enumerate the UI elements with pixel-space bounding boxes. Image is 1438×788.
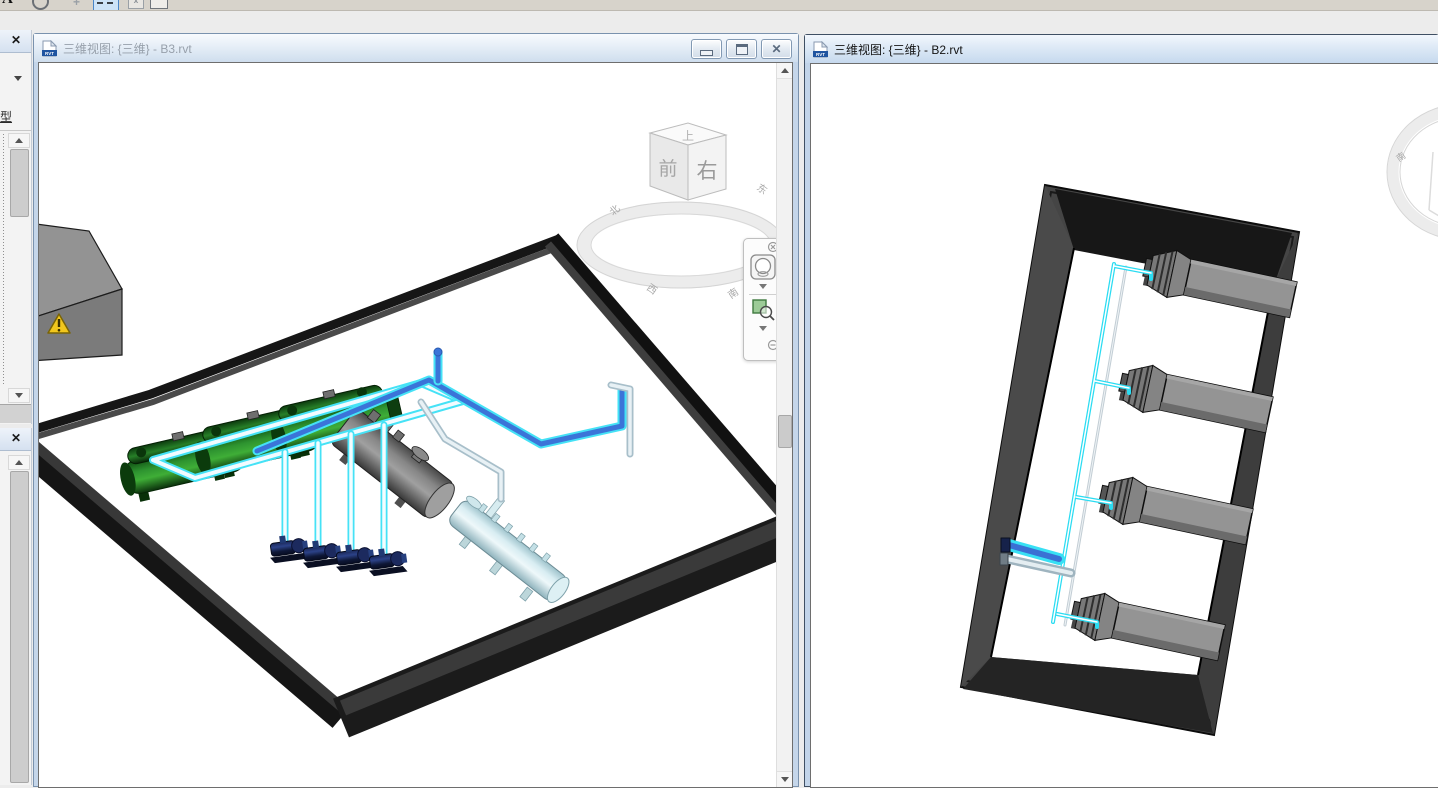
lightblue-header-tank[interactable] [438,481,587,617]
navbar-expand-caret-icon[interactable] [759,284,767,289]
delete-tool-icon[interactable]: x [128,0,144,9]
rvt-file-icon: RVT [813,41,828,58]
rvt-badge-label: RVT [816,51,825,56]
scrollbar-thumb[interactable] [10,471,29,783]
viewcube-partial[interactable]: 南 [1387,104,1438,240]
window-title: 三维视图: {三维} - B3.rvt [63,40,192,57]
steering-wheel-icon[interactable] [749,253,777,281]
scroll-up-button[interactable] [8,455,30,470]
chevron-up-icon [15,138,23,143]
divider [749,294,776,295]
properties-panel-fragment: ✕ 型 [0,30,32,424]
edit-type-link[interactable]: 型 [0,108,12,125]
b3-3d-canvas[interactable]: 北 东 西 南 上 前 右 [39,63,777,787]
document-window-b3: RVT 三维视图: {三维} - B3.rvt ✕ [33,33,799,787]
scroll-up-button[interactable] [777,63,792,79]
scroll-up-button[interactable] [8,133,30,148]
rvt-badge-label: RVT [45,50,54,55]
dash-glyph [107,2,113,4]
minimize-icon [700,50,713,56]
window-titlebar[interactable]: RVT 三维视图: {三维} - B2.rvt [805,35,1438,63]
divider [0,130,31,131]
restore-button[interactable] [726,39,757,59]
close-button[interactable]: ✕ [761,39,792,59]
dash-glyph [97,2,103,4]
import-tool-icon[interactable] [150,0,168,9]
tree-connector-dots [3,134,4,386]
document-window-b2: RVT 三维视图: {三维} - B2.rvt [804,34,1438,787]
adjacent-massing-box [39,223,122,361]
project-browser-fragment: ✕ [0,428,32,785]
3d-view-client-area: 北 东 西 南 上 前 右 [38,62,793,788]
compass-label-ne: 东 [754,181,770,197]
horizontal-scrollbar-fragment[interactable] [0,404,31,423]
viewcube-front-label: 前 [658,158,677,180]
chevron-down-icon [781,777,789,782]
left-dock-strip: ✕ 型 ✕ [0,30,31,785]
rvt-file-icon: RVT [42,40,57,57]
text-tool-icon[interactable]: A [2,0,13,8]
scrollbar-thumb[interactable] [10,149,29,217]
3d-view-client-area: 南 [810,63,1438,788]
type-selector-caret-icon[interactable] [14,76,22,81]
window-title: 三维视图: {三维} - B2.rvt [834,41,963,58]
window-titlebar[interactable]: RVT 三维视图: {三维} - B3.rvt ✕ [34,34,798,62]
navbar-close-icon[interactable] [746,241,779,253]
restore-icon [736,44,748,55]
close-icon: ✕ [771,43,781,55]
scroll-down-button[interactable] [8,388,30,403]
zoom-expand-caret-icon[interactable] [759,326,767,331]
compass-label-se: 南 [725,285,741,301]
viewcube-top-label: 上 [682,129,694,143]
chevron-up-icon [781,68,789,73]
scrollbar-thumb[interactable] [778,415,792,448]
viewcube-right-label: 右 [697,160,718,183]
chevron-down-icon [15,393,23,398]
vertical-scrollbar[interactable] [776,63,792,787]
navbar-options-icon[interactable] [746,338,779,352]
zoom-region-icon[interactable] [750,297,776,323]
ribbon-toolbar-fragment: A + x [0,0,1438,11]
chevron-up-icon [15,460,23,465]
close-icon[interactable]: ✕ [11,33,21,47]
active-tool-button[interactable] [93,0,119,11]
minimize-button[interactable] [691,39,722,59]
properties-panel-header[interactable]: ✕ [0,30,31,53]
add-icon[interactable]: + [73,0,84,6]
b2-3d-canvas[interactable]: 南 [811,64,1438,787]
close-icon[interactable]: ✕ [11,431,21,445]
sync-icon[interactable] [32,0,49,10]
browser-panel-header[interactable]: ✕ [0,428,31,451]
